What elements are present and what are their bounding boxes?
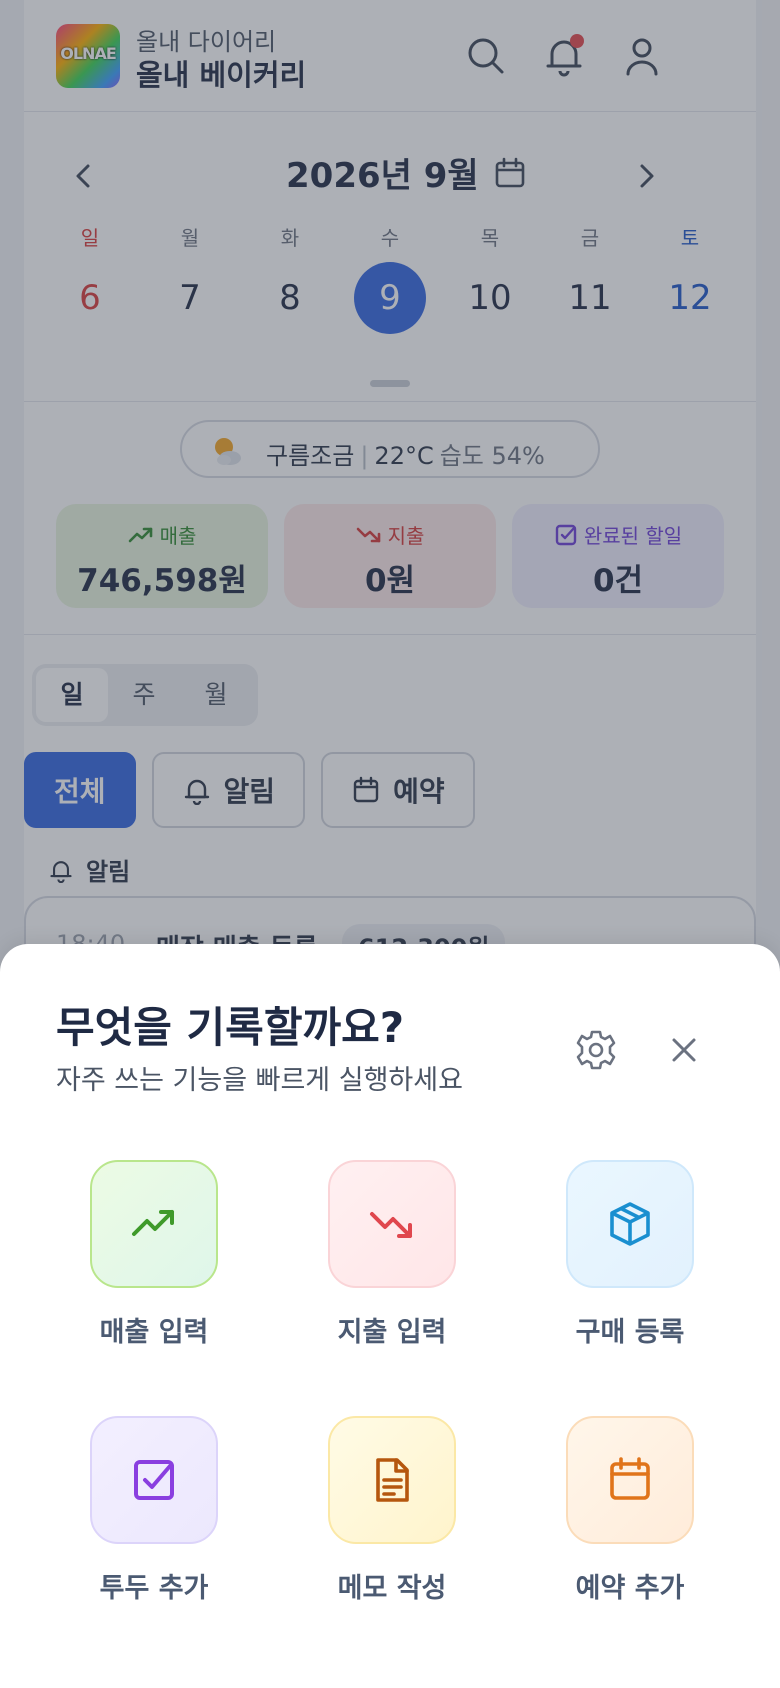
package-icon <box>610 1202 650 1246</box>
calendar-icon <box>610 1457 650 1500</box>
action-todo-add[interactable]: 투두 추가 <box>44 1416 264 1605</box>
close-icon[interactable] <box>660 1026 708 1074</box>
quick-action-sheet: 무엇을 기록할까요? 자주 쓰는 기능을 빠르게 실행하세요 매출 입력 지출 … <box>0 944 780 1688</box>
check-square-icon <box>134 1460 174 1500</box>
trending-down-icon <box>370 1212 412 1238</box>
gear-icon[interactable] <box>572 1026 620 1074</box>
document-icon <box>376 1458 409 1502</box>
action-memo-write[interactable]: 메모 작성 <box>282 1416 502 1605</box>
action-purchase-register[interactable]: 구매 등록 <box>520 1160 740 1349</box>
action-expense-entry[interactable]: 지출 입력 <box>282 1160 502 1349</box>
trending-up-icon <box>132 1210 174 1236</box>
sheet-title: 무엇을 기록할까요? <box>56 1003 405 1052</box>
sheet-subtitle: 자주 쓰는 기능을 빠르게 실행하세요 <box>56 1065 463 1096</box>
action-sales-entry[interactable]: 매출 입력 <box>44 1160 264 1349</box>
action-reservation-add[interactable]: 예약 추가 <box>520 1416 740 1605</box>
